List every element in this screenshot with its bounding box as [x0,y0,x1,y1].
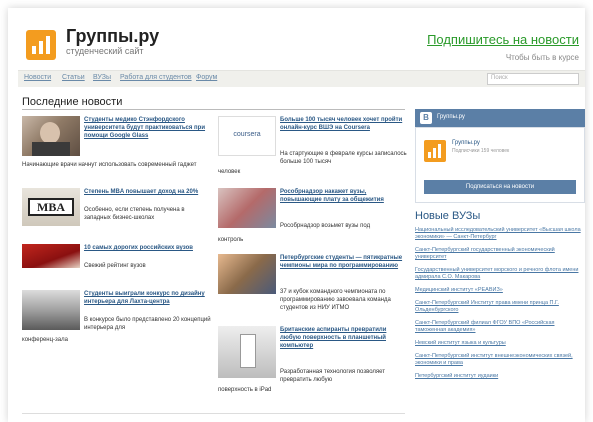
news-desc: Особенно, если степень получена в западн… [84,207,185,221]
banknotes-photo-icon[interactable] [22,244,80,268]
news-desc: Рособрнадзор возьмет вузы под [280,223,371,229]
programmers-photo-icon[interactable] [218,254,276,294]
news-headline[interactable]: 10 самых дорогих российских вузов [84,244,212,252]
universities-list: Национальный исследовательский университ… [415,227,585,386]
news-headline[interactable]: Студенты медико Стэнфордского университе… [84,116,212,140]
site-subtitle: студенческий сайт [66,46,144,56]
news-item: Рособрнадзор накажет вузы, повышающие пл… [218,188,408,248]
coursera-logo-text: coursera [233,131,261,138]
vk-member-count: Подписчики 159 человек [452,148,510,154]
main-nav: Новости Статьи ВУЗы Работа для студентов… [18,70,585,87]
vk-widget-title[interactable]: Группы.ру [437,114,465,120]
mba-sign-icon[interactable]: MBA [22,188,80,226]
news-item: Студенты выиграли конкурс по дизайну инт… [22,290,212,350]
news-desc-tail: поверхность в iPad [218,387,272,393]
section-title: Последние новости [22,96,123,108]
news-headline[interactable]: Студенты выиграли конкурс по дизайну инт… [84,290,212,306]
nav-item-articles[interactable]: Статьи [62,74,85,81]
news-desc: 37 и кубок командного чемпионата по прог… [280,289,391,311]
divider [22,413,405,414]
coursera-logo-icon[interactable]: coursera [218,116,276,156]
mba-sign-text: MBA [28,198,74,216]
university-link[interactable]: Санкт-Петербургский государственный экон… [415,247,585,261]
news-desc: На стартующие в феврале курсы записалось… [280,151,407,165]
university-link[interactable]: Государственный университет морского и р… [415,267,585,281]
nav-item-forum[interactable]: Форум [196,74,217,81]
news-headline[interactable]: Степень MBA повышает доход на 20% [84,188,212,196]
vk-group-name[interactable]: Группы.ру [452,140,480,146]
news-item: Петербургские студенты — пятикратные чем… [218,254,408,324]
nav-item-news[interactable]: Новости [24,74,51,81]
news-desc-tail: контроль [218,237,244,243]
site-logo-icon[interactable] [26,30,56,60]
tablet-photo-icon[interactable] [218,326,276,378]
news-headline[interactable]: Петербургские студенты — пятикратные чем… [280,254,408,270]
group-logo-icon[interactable] [424,140,446,162]
new-universities-title: Новые ВУЗы [415,210,481,222]
news-desc-tail: человек [218,169,241,175]
search-input[interactable]: Поиск [487,73,579,85]
university-link[interactable]: Невский институт языка и культуры [415,340,585,347]
nav-item-jobs[interactable]: Работа для студентов [120,74,192,81]
university-link[interactable]: Медицинский институт «РЕАВИЗ» [415,287,585,294]
nav-item-universities[interactable]: ВУЗы [93,74,111,81]
site-title[interactable]: Группы.ру [66,26,159,47]
university-link[interactable]: Санкт-Петербургский филиал ФГОУ ВПО «Рос… [415,320,585,334]
news-item: coursera Больше 100 тысяч человек хочет … [218,116,408,176]
university-link[interactable]: Санкт-Петербургский институт внешнеэконо… [415,353,585,367]
join-button[interactable]: Подписаться на новости [424,180,576,194]
university-link[interactable]: Национальный исследовательский университ… [415,227,585,241]
vk-logo-icon[interactable]: В [420,112,432,124]
news-item: Студенты медико Стэнфордского университе… [22,116,212,176]
subscribe-link[interactable]: Подпишитесь на новости [427,32,579,47]
news-item: MBA Степень MBA повышает доход на 20% Ос… [22,188,212,238]
university-link[interactable]: Петербургский институт иудаики [415,373,585,380]
news-desc-tail: конференц-зала [22,337,68,343]
news-item: 10 самых дорогих российских вузов Свежий… [22,244,212,274]
divider [22,109,405,110]
vk-widget: Группы.ру Подписчики 159 человек Подписа… [415,127,585,203]
page: Группы.ру студенческий сайт Подпишитесь … [8,8,585,422]
university-link[interactable]: Санкт-Петербургский Институт права имени… [415,300,585,314]
news-desc: Свежий рейтинг вузов [84,263,146,269]
interior-photo-icon[interactable] [22,290,80,330]
news-desc: Начинающие врачи начнут использовать сов… [22,162,197,168]
protest-photo-icon[interactable] [218,188,276,228]
news-headline[interactable]: Британские аспиранты превратили любую по… [280,326,408,350]
news-headline[interactable]: Больше 100 тысяч человек хочет пройти он… [280,116,408,132]
news-desc: В конкурсе было представлено 20 концепци… [84,317,211,331]
tagline: Чтобы быть в курсе [505,53,579,62]
news-desc: Разработанная технология позволяет превр… [280,369,386,383]
vk-widget-header: В Группы.ру [415,109,585,127]
news-headline[interactable]: Рособрнадзор накажет вузы, повышающие пл… [280,188,408,204]
person-photo-icon[interactable] [22,116,80,156]
news-item: Британские аспиранты превратили любую по… [218,326,408,406]
